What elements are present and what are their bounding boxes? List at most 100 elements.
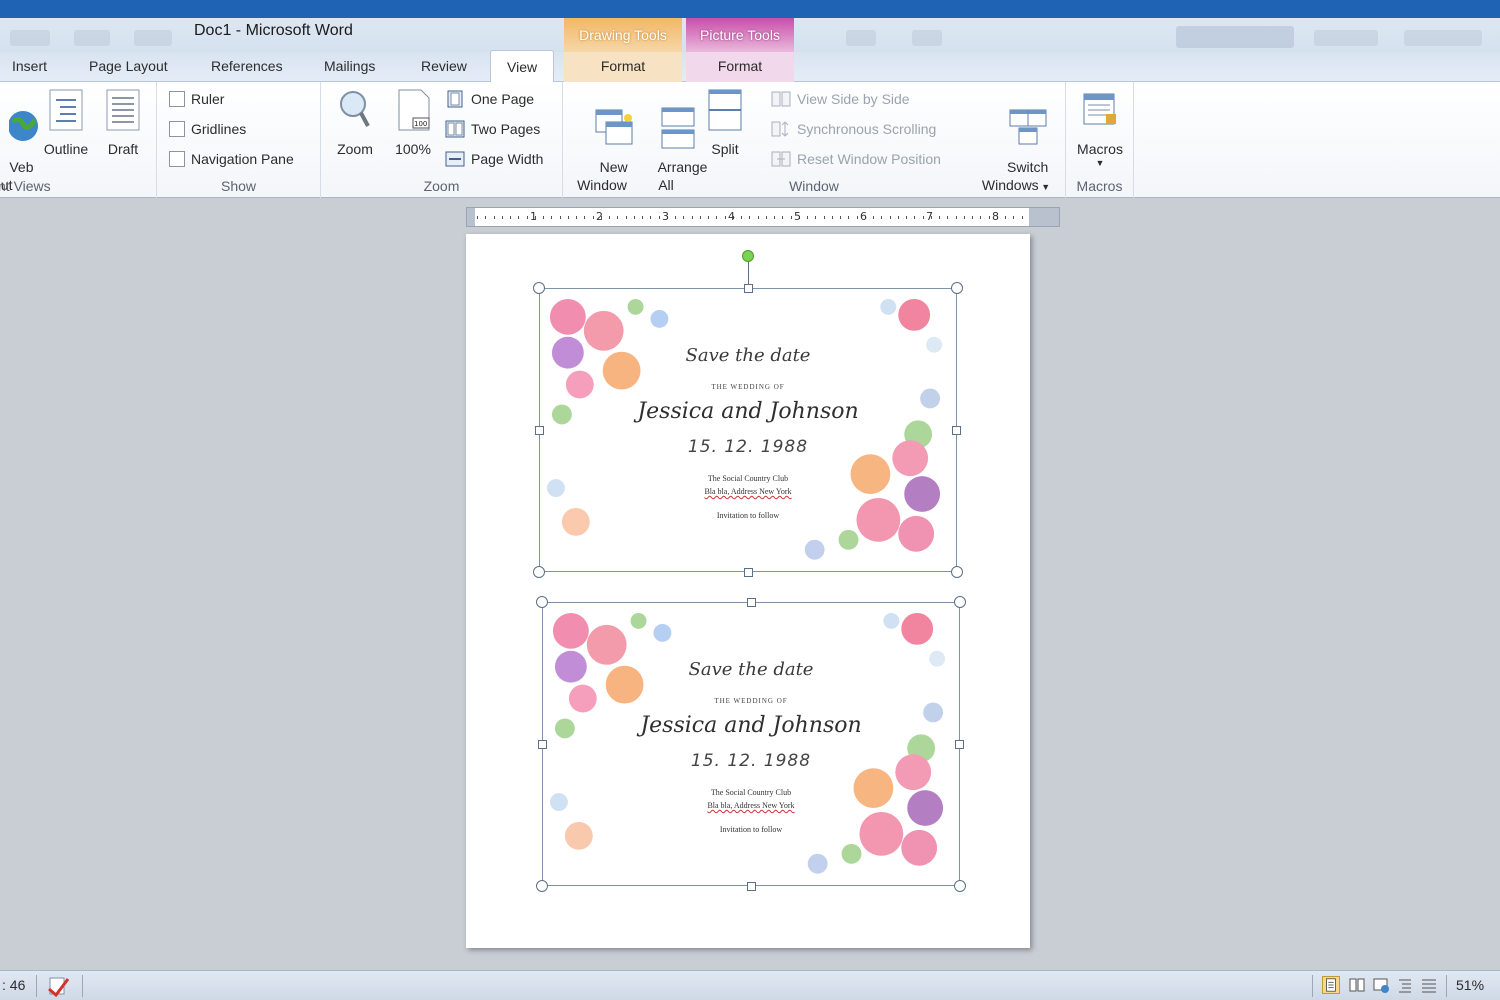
outline-button[interactable]: Outline	[38, 88, 94, 158]
venue-text: The Social Country Club	[707, 474, 789, 483]
resize-handle-w[interactable]	[538, 740, 547, 749]
reset-window-position-label: Reset Window Position	[797, 151, 941, 167]
page-width-button[interactable]: Page Width	[445, 150, 543, 168]
picture-tools-header: Picture Tools	[686, 18, 794, 52]
status-separator	[82, 975, 83, 997]
ruler-tick	[551, 216, 553, 219]
macros-button[interactable]: Macros ▼	[1070, 88, 1130, 168]
tab-picture-format[interactable]: Format	[686, 52, 794, 82]
resize-handle-w[interactable]	[535, 426, 544, 435]
ruler-tick	[757, 216, 759, 219]
resize-handle-se[interactable]	[951, 566, 963, 578]
document-page[interactable]: Save the date THE WEDDING OF Jessica and…	[466, 234, 1030, 948]
zoom-100-button[interactable]: 100 100%	[389, 88, 437, 158]
window-controls[interactable]	[1176, 26, 1294, 48]
split-icon	[708, 89, 742, 131]
resize-handle-sw[interactable]	[533, 566, 545, 578]
group-label-macros: Macros	[1076, 178, 1123, 194]
status-separator	[36, 975, 37, 997]
quick-access-toolbar[interactable]	[10, 30, 50, 46]
reception-text: Invitation to follow	[719, 825, 783, 834]
full-screen-reading-icon[interactable]	[1348, 976, 1366, 994]
synchronous-scrolling-label: Synchronous Scrolling	[797, 121, 937, 137]
quick-access-item[interactable]	[74, 30, 110, 46]
floral-border-image	[546, 298, 943, 560]
draft-view-icon[interactable]	[1420, 976, 1438, 994]
split-label: Split	[711, 141, 739, 157]
ruler-tick	[584, 216, 586, 219]
resize-handle-s[interactable]	[747, 882, 756, 891]
tab-insert[interactable]: Insert	[12, 58, 47, 74]
outline-icon	[49, 89, 83, 131]
group-show: Ruler Gridlines Navigation Pane Show	[157, 82, 321, 198]
status-separator	[1446, 975, 1447, 997]
window-title: Doc1 - Microsoft Word	[194, 22, 353, 39]
reset-window-position-button[interactable]: Reset Window Position	[771, 150, 941, 168]
invitation-card[interactable]: Save the date THE WEDDING OF Jessica and…	[536, 596, 966, 892]
resize-handle-sw[interactable]	[536, 880, 548, 892]
draft-button[interactable]: Draft	[100, 88, 146, 158]
one-page-label: One Page	[471, 91, 535, 107]
resize-handle-ne[interactable]	[951, 282, 963, 294]
tab-view[interactable]: View	[490, 50, 555, 82]
view-side-by-side-button[interactable]: View Side by Side	[771, 90, 910, 108]
invitation-card[interactable]: Save the date THE WEDDING OF Jessica and…	[533, 250, 963, 578]
ruler-right-margin	[1029, 208, 1059, 226]
ruler-tick	[823, 216, 825, 219]
tab-drawing-format[interactable]: Format	[564, 52, 682, 82]
status-bar: : 46 51%	[0, 970, 1500, 1000]
resize-handle-n[interactable]	[747, 598, 756, 607]
drawing-tools-header: Drawing Tools	[564, 18, 682, 52]
ruler-tick	[675, 216, 676, 219]
group-label-views: nt Views	[0, 178, 51, 194]
web-layout-view-icon[interactable]	[1372, 976, 1390, 994]
wedding-date-text: 15. 12. 1988	[690, 751, 812, 771]
tab-review[interactable]: Review	[421, 58, 467, 74]
print-layout-view-icon[interactable]	[1322, 976, 1340, 994]
resize-handle-nw[interactable]	[533, 282, 545, 294]
ruler-tick	[889, 216, 891, 219]
proofing-icon[interactable]	[46, 975, 70, 997]
quick-access-item[interactable]	[134, 30, 172, 46]
resize-handle-se[interactable]	[954, 880, 966, 892]
one-page-button[interactable]: One Page	[445, 90, 534, 108]
close-button[interactable]	[1404, 30, 1482, 46]
gridlines-label: Gridlines	[191, 121, 247, 137]
tab-references[interactable]: References	[211, 58, 283, 74]
split-button[interactable]: Split	[701, 88, 749, 158]
resize-handle-nw[interactable]	[536, 596, 548, 608]
ruler-tick	[642, 216, 643, 219]
zoom-button[interactable]: Zoom	[331, 88, 379, 158]
page-count-text[interactable]: : 46	[2, 977, 25, 993]
ruler-tick	[567, 216, 569, 219]
resize-handle-n[interactable]	[744, 284, 753, 293]
horizontal-ruler[interactable]: 1 2 3 4 5 6 7 8	[466, 207, 1060, 227]
synchronous-scrolling-button[interactable]: Synchronous Scrolling	[771, 120, 936, 138]
resize-handle-s[interactable]	[744, 568, 753, 577]
help-icon[interactable]	[846, 30, 876, 46]
ruler-tick	[633, 216, 635, 219]
rotation-handle[interactable]	[742, 250, 754, 262]
ruler-tick	[1005, 216, 1006, 219]
side-by-side-icon	[771, 91, 791, 107]
navigation-pane-checkbox[interactable]: Navigation Pane	[169, 151, 294, 167]
minimize-button[interactable]	[1314, 30, 1378, 46]
resize-handle-ne[interactable]	[954, 596, 966, 608]
ruler-checkbox[interactable]: Ruler	[169, 91, 224, 107]
ruler-tick	[906, 216, 907, 219]
resize-handle-e[interactable]	[955, 740, 964, 749]
group-label-window: Window	[789, 178, 839, 194]
ribbon-toggle-icon[interactable]	[912, 30, 942, 46]
ruler-tick	[1013, 216, 1015, 219]
tab-mailings[interactable]: Mailings	[324, 58, 375, 74]
ruler-tick	[840, 216, 841, 219]
ruler-tick	[708, 216, 709, 219]
two-pages-button[interactable]: Two Pages	[445, 120, 540, 138]
gridlines-checkbox[interactable]: Gridlines	[169, 121, 246, 137]
zoom-level-text[interactable]: 51%	[1456, 977, 1484, 993]
resize-handle-e[interactable]	[952, 426, 961, 435]
switch-windows-button[interactable]: Switch Windows ▼	[973, 88, 1059, 214]
checkbox-icon	[169, 91, 185, 107]
tab-page-layout[interactable]: Page Layout	[89, 58, 168, 74]
outline-view-icon[interactable]	[1396, 976, 1414, 994]
